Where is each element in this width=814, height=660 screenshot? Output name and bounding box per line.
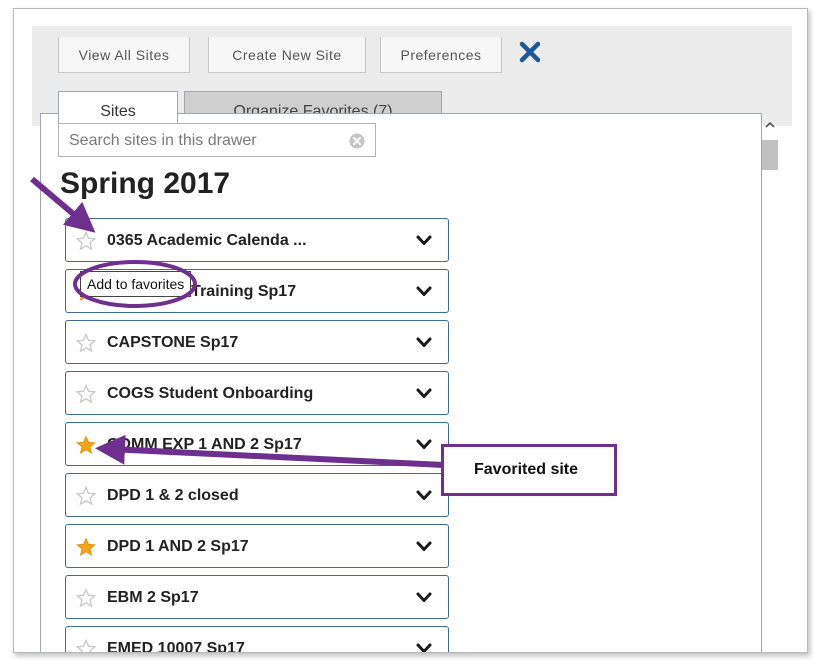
chevron-down-icon[interactable] <box>416 489 432 503</box>
site-name: DPD 1 AND 2 Sp17 <box>107 538 249 555</box>
star-outline-icon[interactable] <box>76 588 96 608</box>
site-row[interactable]: EBM 2 Sp17 <box>65 575 449 619</box>
callout-label: Favorited site <box>474 461 579 478</box>
site-row[interactable]: COGS Student Onboarding <box>65 371 449 415</box>
star-outline-icon[interactable] <box>76 333 96 353</box>
close-x-icon[interactable] <box>518 40 542 64</box>
site-name: CAPSTONE Sp17 <box>107 334 239 351</box>
site-name: EBM 2 Sp17 <box>107 589 199 606</box>
view-all-sites-button[interactable]: View All Sites <box>58 37 190 73</box>
star-outline-icon[interactable] <box>76 231 96 251</box>
clear-search-icon[interactable] <box>349 133 365 149</box>
star-outline-icon[interactable] <box>76 639 96 653</box>
chevron-down-icon[interactable] <box>416 642 432 653</box>
favorited-site-callout: Favorited site <box>441 444 617 496</box>
site-name: DPD 1 & 2 closed <box>107 487 239 504</box>
site-row[interactable]: EMED 10007 Sp17 <box>65 626 449 653</box>
scrollbar-thumb[interactable] <box>762 140 778 170</box>
search-input[interactable] <box>67 130 341 152</box>
chevron-down-icon[interactable] <box>416 438 432 452</box>
star-outline-icon[interactable] <box>76 384 96 404</box>
star-filled-icon[interactable] <box>76 537 96 557</box>
site-row[interactable]: 0365 Academic Calenda ... <box>65 218 449 262</box>
chevron-down-icon[interactable] <box>416 234 432 248</box>
site-name: EMED 10007 Sp17 <box>107 640 245 653</box>
chevron-down-icon[interactable] <box>416 591 432 605</box>
add-to-favorites-tooltip: Add to favorites <box>80 271 192 297</box>
star-filled-icon[interactable] <box>76 435 96 455</box>
chevron-down-icon[interactable] <box>416 387 432 401</box>
site-row[interactable]: COMM EXP 1 AND 2 Sp17 <box>65 422 449 466</box>
screenshot-frame: View All Sites Create New Site Preferenc… <box>13 8 808 653</box>
site-row[interactable]: DPD 1 & 2 closed <box>65 473 449 517</box>
chevron-down-icon[interactable] <box>416 285 432 299</box>
preferences-button[interactable]: Preferences <box>380 37 502 73</box>
term-heading: Spring 2017 <box>60 167 231 200</box>
scrollbar[interactable] <box>760 114 780 652</box>
site-name: COMM EXP 1 AND 2 Sp17 <box>107 436 302 453</box>
site-name: COGS Student Onboarding <box>107 385 314 402</box>
site-row[interactable]: DPD 1 AND 2 Sp17 <box>65 524 449 568</box>
site-name: 0365 Academic Calenda ... <box>107 232 307 249</box>
site-drawer-toolbar: View All Sites Create New Site Preferenc… <box>32 26 792 133</box>
chevron-down-icon[interactable] <box>416 336 432 350</box>
chevron-down-icon[interactable] <box>416 540 432 554</box>
create-new-site-button[interactable]: Create New Site <box>208 37 366 73</box>
site-row[interactable]: CAPSTONE Sp17 <box>65 320 449 364</box>
scroll-up-arrow-icon[interactable] <box>763 118 777 132</box>
search-box <box>58 123 376 157</box>
star-outline-icon[interactable] <box>76 486 96 506</box>
